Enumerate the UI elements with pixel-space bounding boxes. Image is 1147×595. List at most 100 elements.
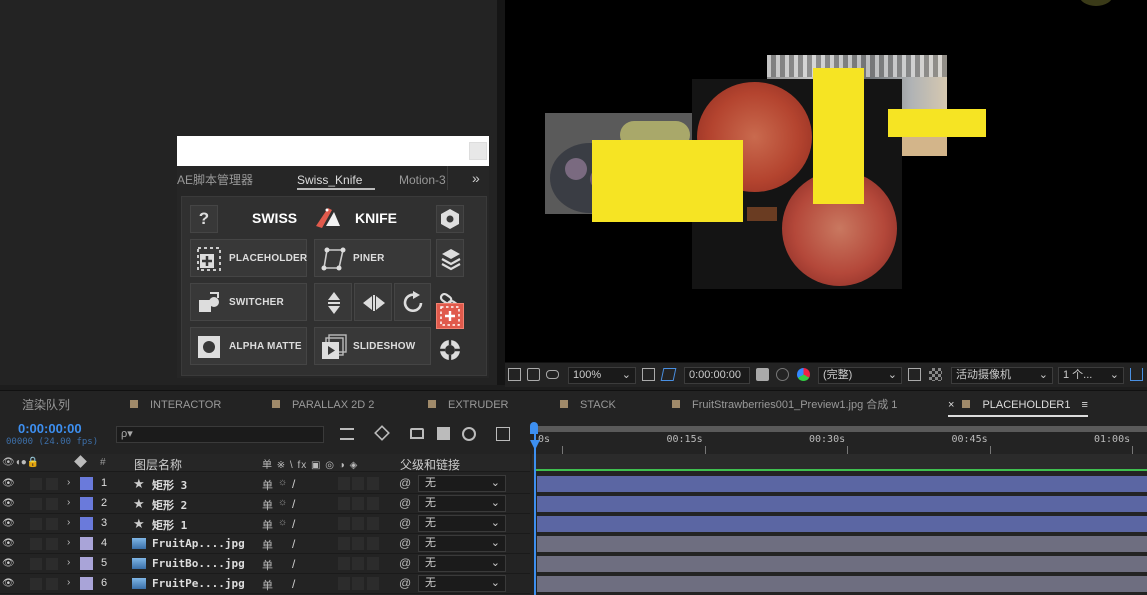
label-color-swatch[interactable]: [80, 497, 93, 510]
target-button[interactable]: [436, 335, 464, 365]
label-color-swatch[interactable]: [80, 557, 93, 570]
views-dropdown[interactable]: 1 个... ⌄: [1058, 367, 1124, 384]
lock-toggle[interactable]: [46, 478, 58, 490]
switch-box[interactable]: [367, 577, 379, 590]
pick-whip-icon[interactable]: @: [399, 516, 411, 530]
switch-box[interactable]: [338, 537, 350, 550]
resolution-dropdown[interactable]: (完整) ⌄: [818, 367, 902, 384]
parent-dropdown[interactable]: 无 ⌄: [418, 555, 506, 572]
region-of-interest-icon[interactable]: [908, 368, 921, 381]
eye-visibility-icon[interactable]: 👁: [2, 538, 15, 549]
switch-box[interactable]: [367, 497, 379, 510]
collapse-switch-icon[interactable]: 单: [262, 477, 273, 493]
switch-box[interactable]: [352, 497, 364, 510]
mask-icon[interactable]: [546, 370, 559, 379]
fast-preview-icon[interactable]: [1130, 368, 1143, 381]
parent-dropdown[interactable]: 无 ⌄: [418, 495, 506, 512]
quality-slash-icon[interactable]: /: [292, 577, 295, 591]
show-snapshot-icon[interactable]: [776, 368, 789, 381]
switch-box[interactable]: [352, 517, 364, 530]
expand-chevron-icon[interactable]: ›: [67, 577, 70, 588]
rotate-button[interactable]: [394, 283, 431, 321]
vertical-align-button[interactable]: [314, 283, 352, 321]
title-safe-icon[interactable]: [642, 368, 655, 381]
solo-toggle[interactable]: [30, 558, 42, 570]
layers-button[interactable]: [436, 239, 464, 277]
layer-duration-bar[interactable]: [537, 496, 1147, 512]
eye-visibility-icon[interactable]: 👁: [2, 498, 15, 509]
monitor-icon[interactable]: [527, 368, 540, 381]
layer-row[interactable]: 👁 › 3 ★ 矩形 1 单 ☼ / @ 无 ⌄: [0, 514, 530, 534]
tab-stack[interactable]: STACK: [560, 391, 616, 419]
layer-name[interactable]: 矩形 3: [152, 477, 187, 493]
layer-row[interactable]: 👁 › 6 FruitPe....jpg 单 / @ 无 ⌄: [0, 574, 530, 594]
layer-duration-bar[interactable]: [537, 516, 1147, 532]
placeholder-rect-3[interactable]: [888, 109, 986, 137]
solo-toggle[interactable]: [30, 478, 42, 490]
tab-interactor[interactable]: INTERACTOR: [130, 391, 221, 419]
composition-viewer[interactable]: [505, 0, 1147, 362]
switch-box[interactable]: [352, 557, 364, 570]
label-color-swatch[interactable]: [80, 477, 93, 490]
switch-box[interactable]: [352, 477, 364, 490]
layer-name[interactable]: FruitBo....jpg: [152, 557, 245, 570]
tab-ae-script-manager[interactable]: AE脚本管理器: [177, 166, 253, 194]
parent-dropdown[interactable]: 无 ⌄: [418, 535, 506, 552]
eye-visibility-icon[interactable]: 👁: [2, 518, 15, 529]
camera-snapshot-icon[interactable]: [756, 368, 769, 381]
parent-link-header[interactable]: 父级和链接: [400, 456, 460, 473]
quality-slash-icon[interactable]: /: [292, 497, 295, 511]
alpha-matte-button[interactable]: ALPHA MATTE: [190, 327, 307, 365]
layer-row[interactable]: 👁 › 2 ★ 矩形 2 单 ☼ / @ 无 ⌄: [0, 494, 530, 514]
quality-switch-icon[interactable]: ☼: [278, 477, 287, 488]
playhead[interactable]: [534, 432, 536, 595]
tab-fruit-comp[interactable]: FruitStrawberries001_Preview1.jpg 合成 1: [672, 391, 897, 419]
draft-3d-icon[interactable]: [374, 425, 390, 441]
quality-switch-icon[interactable]: ☼: [278, 497, 287, 508]
layer-name[interactable]: 矩形 1: [152, 517, 187, 533]
layer-duration-bar[interactable]: [537, 556, 1147, 572]
mirror-button[interactable]: [354, 283, 392, 321]
hexagon-settings-button[interactable]: [436, 205, 464, 233]
quality-switch-icon[interactable]: ☼: [278, 517, 287, 528]
frame-blending-icon[interactable]: [437, 427, 450, 440]
transparency-grid-icon[interactable]: [929, 368, 942, 381]
tab-swiss-knife[interactable]: Swiss_Knife ≡: [297, 166, 375, 215]
expand-chevron-icon[interactable]: ›: [67, 477, 70, 488]
close-icon[interactable]: ×: [948, 399, 954, 411]
parent-dropdown[interactable]: 无 ⌄: [418, 515, 506, 532]
switch-box[interactable]: [338, 577, 350, 590]
placeholder-rect-1[interactable]: [592, 140, 743, 222]
placeholder-rect-2[interactable]: [813, 68, 864, 204]
comp-mini-flowchart-icon[interactable]: [340, 428, 354, 440]
pick-whip-icon[interactable]: @: [399, 576, 411, 590]
quality-slash-icon[interactable]: /: [292, 537, 295, 551]
lock-toggle[interactable]: [46, 518, 58, 530]
parent-dropdown[interactable]: 无 ⌄: [418, 475, 506, 492]
placeholder-button[interactable]: PLACEHOLDER: [190, 239, 307, 277]
tab-extruder[interactable]: EXTRUDER: [428, 391, 509, 419]
solo-toggle[interactable]: [30, 578, 42, 590]
graph-editor-icon[interactable]: [496, 427, 510, 441]
expand-chevron-icon[interactable]: ›: [67, 517, 70, 528]
quality-slash-icon[interactable]: /: [292, 517, 295, 531]
parent-dropdown[interactable]: 无 ⌄: [418, 575, 506, 592]
layer-name[interactable]: FruitPe....jpg: [152, 577, 245, 590]
pick-whip-icon[interactable]: @: [399, 476, 411, 490]
collapse-switch-icon[interactable]: 单: [262, 497, 273, 513]
collapse-switch-icon[interactable]: 单: [262, 577, 273, 593]
expand-chevron-icon[interactable]: ›: [67, 557, 70, 568]
switch-box[interactable]: [352, 537, 364, 550]
layer-name-header[interactable]: 图层名称: [134, 456, 182, 473]
script-window-close-button[interactable]: [469, 142, 487, 160]
always-preview-icon[interactable]: [508, 368, 521, 381]
layer-row[interactable]: 👁 › 4 FruitAp....jpg 单 / @ 无 ⌄: [0, 534, 530, 554]
layer-row[interactable]: 👁 › 5 FruitBo....jpg 单 / @ 无 ⌄: [0, 554, 530, 574]
current-time-display[interactable]: 0:00:00:00: [18, 421, 82, 436]
solo-toggle[interactable]: [30, 498, 42, 510]
switch-box[interactable]: [338, 517, 350, 530]
script-window-titlebar[interactable]: [177, 136, 489, 166]
label-color-swatch[interactable]: [80, 537, 93, 550]
mask-path-icon[interactable]: [660, 368, 677, 381]
switch-box[interactable]: [338, 557, 350, 570]
